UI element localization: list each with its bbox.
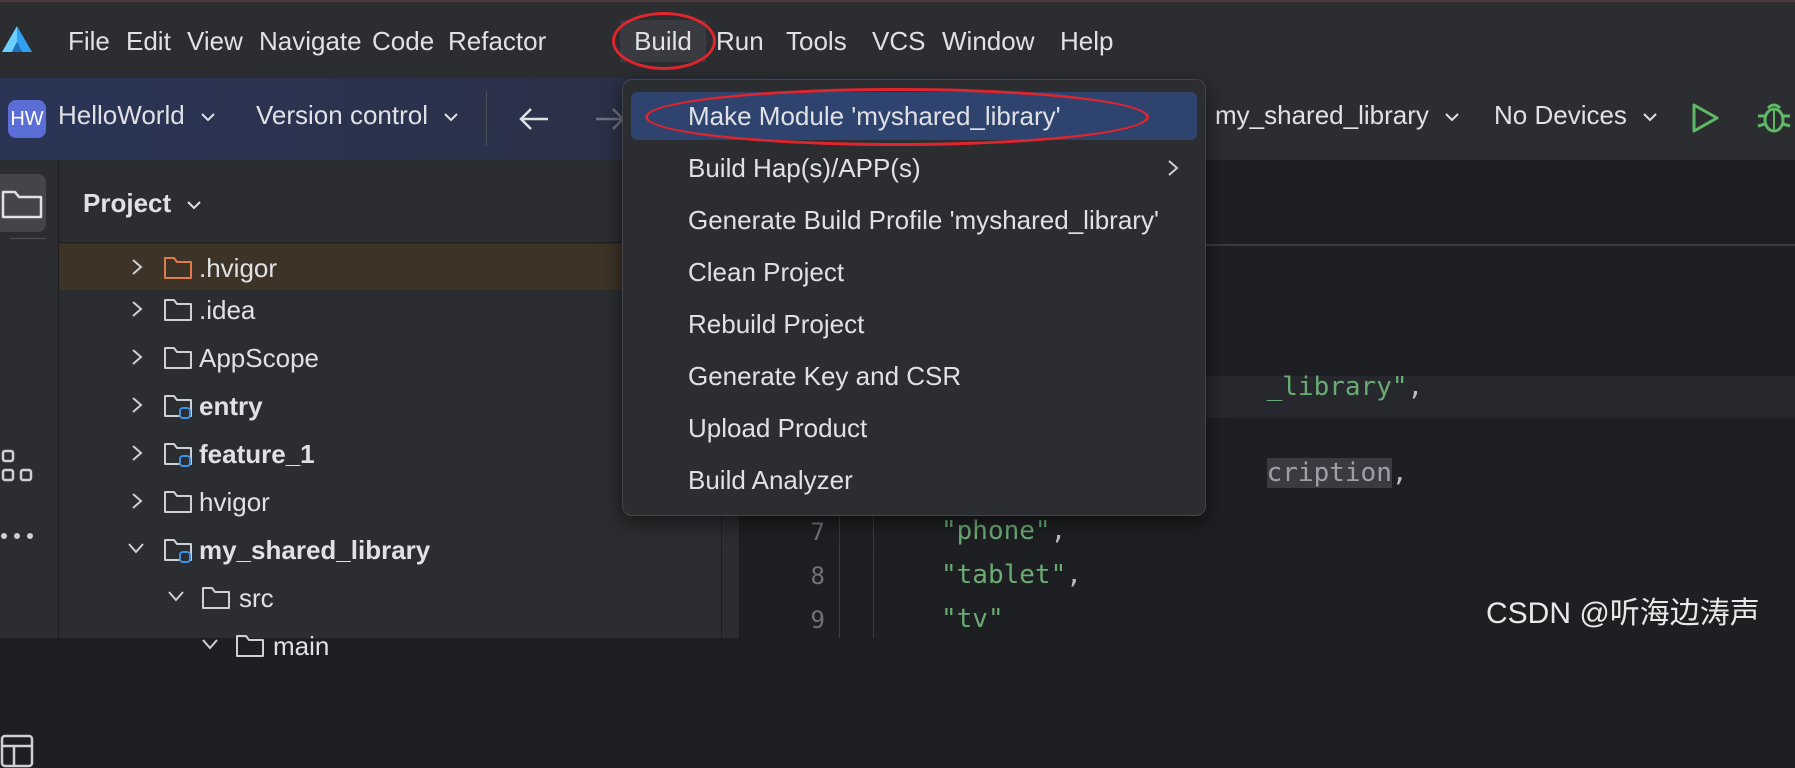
project-badge: HW: [8, 100, 46, 138]
deveco-logo-icon[interactable]: [0, 24, 34, 54]
module-folder-icon: [164, 443, 192, 467]
menu-refactor[interactable]: Refactor: [446, 20, 548, 62]
folder-icon: [236, 635, 264, 657]
menu-item-build-analyzer[interactable]: Build Analyzer: [631, 456, 1197, 504]
structure-icon[interactable]: [0, 448, 40, 488]
build-menu-dropdown: Make Module 'myshared_library' Build Hap…: [622, 79, 1206, 516]
version-control-selector[interactable]: Version control: [256, 100, 459, 131]
folder-icon: [202, 587, 230, 609]
menu-item-make-module[interactable]: Make Module 'myshared_library': [631, 92, 1197, 140]
menu-item-generate-build-profile[interactable]: Generate Build Profile 'myshared_library…: [631, 196, 1197, 244]
code-fragment: cription,: [1266, 458, 1408, 488]
line-number: 7: [810, 518, 825, 546]
menu-vcs[interactable]: VCS: [870, 20, 927, 62]
folder-icon: [164, 299, 192, 321]
device-selector-label: No Devices: [1494, 100, 1627, 130]
menu-tools[interactable]: Tools: [784, 20, 849, 62]
arrow-left-icon[interactable]: [518, 106, 550, 132]
module-selector[interactable]: my_shared_library: [1215, 100, 1460, 131]
line-number: 8: [810, 562, 825, 590]
menu-code[interactable]: Code: [370, 20, 436, 62]
menu-item-upload-product[interactable]: Upload Product: [631, 404, 1197, 452]
version-control-label: Version control: [256, 100, 428, 130]
folder-icon: [164, 257, 192, 279]
menu-edit[interactable]: Edit: [124, 20, 173, 62]
tree-label: .hvigor: [199, 253, 278, 283]
project-panel-title[interactable]: Project: [83, 188, 202, 219]
folder-icon: [164, 491, 192, 513]
debug-icon[interactable]: [1756, 100, 1792, 136]
device-selector[interactable]: No Devices: [1494, 100, 1658, 131]
line-number: 9: [810, 606, 825, 634]
menu-navigate[interactable]: Navigate: [257, 20, 364, 62]
project-selector[interactable]: HelloWorld: [58, 100, 216, 131]
chevron-right-icon: [132, 259, 143, 275]
tree-label: main: [273, 631, 330, 661]
more-icon[interactable]: [0, 530, 40, 542]
code-line: "phone",: [941, 516, 1067, 546]
tree-label: src: [239, 583, 274, 613]
chevron-right-icon: [132, 349, 143, 365]
strip-divider: [10, 238, 46, 239]
menu-bar: File Edit View Navigate Code Refactor Bu…: [0, 0, 1795, 78]
chevron-down-icon: [1643, 113, 1657, 122]
toolbar-divider: [486, 92, 487, 146]
table-icon[interactable]: [0, 734, 36, 768]
code-line: "tablet",: [941, 560, 1082, 590]
menu-item-build-hap[interactable]: Build Hap(s)/APP(s): [631, 144, 1197, 192]
chevron-down-icon: [202, 639, 218, 650]
menu-build[interactable]: Build: [620, 20, 706, 62]
tree-row[interactable]: my_shared_library: [59, 526, 721, 572]
menu-window[interactable]: Window: [940, 20, 1036, 62]
tree-label: AppScope: [199, 343, 319, 373]
chevron-down-icon: [1445, 113, 1459, 122]
tree-label: my_shared_library: [199, 535, 431, 565]
folder-icon[interactable]: [0, 174, 46, 232]
menu-file[interactable]: File: [66, 20, 112, 62]
menu-help[interactable]: Help: [1058, 20, 1115, 62]
tree-label: feature_1: [199, 439, 315, 469]
chevron-down-icon: [187, 201, 202, 210]
chevron-right-icon: [132, 397, 143, 413]
menu-view[interactable]: View: [185, 20, 245, 62]
menu-run[interactable]: Run: [714, 20, 766, 62]
menu-item-clean-project[interactable]: Clean Project: [631, 248, 1197, 296]
chevron-down-icon: [201, 113, 215, 122]
module-folder-icon: [164, 539, 192, 563]
code-fragment: _library",: [1266, 372, 1424, 402]
chevron-down-icon: [444, 113, 458, 122]
chevron-down-icon: [168, 591, 184, 602]
tree-row[interactable]: main: [59, 622, 721, 668]
chevron-right-icon: [132, 493, 143, 509]
watermark: CSDN @听海边涛声: [1486, 597, 1760, 630]
run-icon[interactable]: [1690, 102, 1720, 134]
folder-icon: [164, 347, 192, 369]
module-folder-icon: [164, 395, 192, 419]
tree-row[interactable]: src: [59, 574, 721, 620]
chevron-right-icon: [1168, 160, 1179, 176]
menu-item-rebuild-project[interactable]: Rebuild Project: [631, 300, 1197, 348]
module-selector-label: my_shared_library: [1215, 100, 1429, 130]
code-line: "tv": [941, 604, 1004, 634]
tool-window-strip: [0, 160, 59, 768]
tree-label: hvigor: [199, 487, 270, 517]
project-name: HelloWorld: [58, 100, 185, 130]
chevron-down-icon: [128, 543, 144, 554]
tree-label: .idea: [199, 295, 256, 325]
chevron-right-icon: [132, 301, 143, 317]
tree-label: entry: [199, 391, 263, 421]
menu-item-generate-key-csr[interactable]: Generate Key and CSR: [631, 352, 1197, 400]
chevron-right-icon: [132, 445, 143, 461]
